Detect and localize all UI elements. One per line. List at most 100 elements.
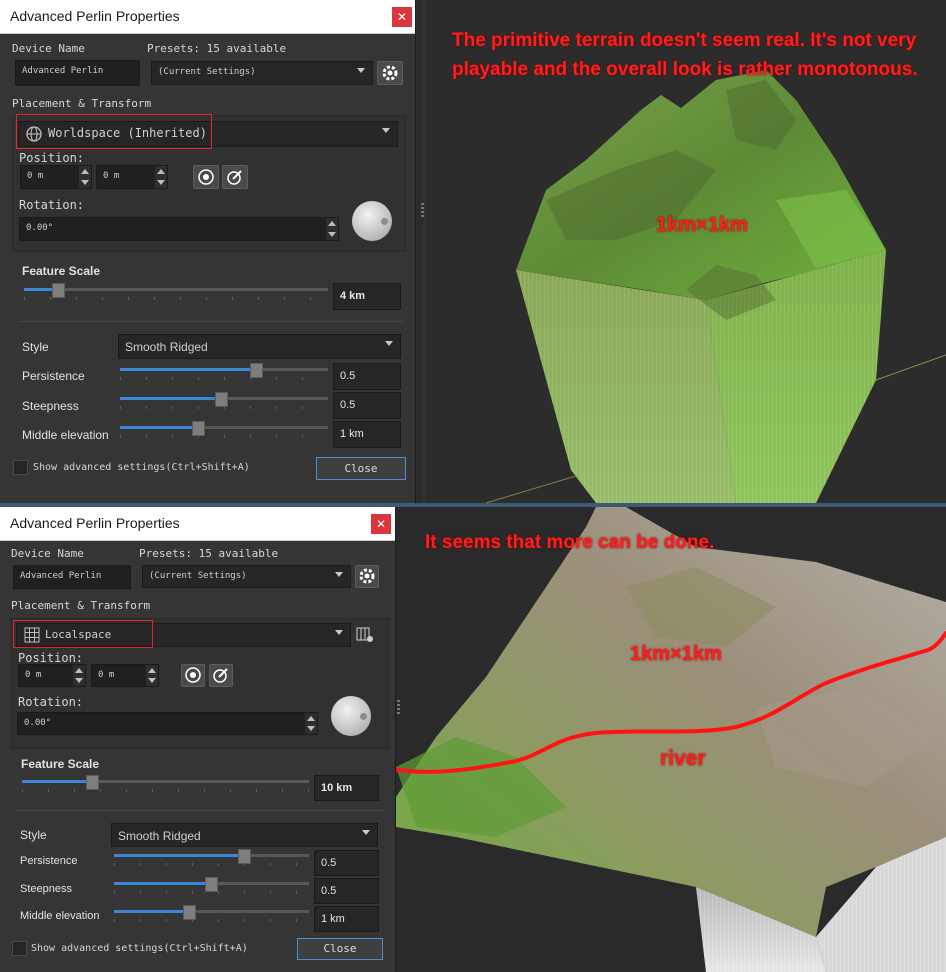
pick-button[interactable] [222, 165, 248, 189]
dialog-title: Advanced Perlin Properties [10, 8, 180, 24]
slider-fill [114, 882, 210, 885]
advanced-settings-label: Show advanced settings(Ctrl+Shift+A) [31, 943, 248, 954]
pick-icon [227, 170, 242, 185]
feature-scale-slider[interactable] [24, 283, 328, 298]
close-button[interactable]: Close [297, 938, 383, 960]
terrain-viewport-bottom[interactable]: It seems that more can be done. 1km×1km … [396, 507, 946, 972]
feature-scale-value: 4 km [340, 290, 366, 302]
steepness-value: 0.5 [321, 885, 337, 897]
middle-elevation-value-box[interactable]: 1 km [333, 421, 401, 448]
grid-settings-button[interactable] [354, 623, 376, 646]
placement-label: Placement & Transform [12, 97, 152, 110]
position-y-field[interactable]: 0 m [96, 165, 168, 189]
position-y-spinner[interactable] [155, 166, 167, 188]
persistence-value: 0.5 [321, 857, 337, 869]
gear-button[interactable] [377, 61, 403, 85]
rotation-spinner[interactable] [326, 218, 338, 240]
pick-icon [213, 668, 228, 683]
persistence-slider[interactable] [114, 849, 309, 864]
close-icon[interactable]: ✕ [392, 7, 412, 27]
position-x-field[interactable]: 0 m [20, 165, 92, 189]
placement-label: Placement & Transform [11, 599, 151, 612]
splitter-grip[interactable] [421, 203, 424, 217]
slider-thumb[interactable] [250, 363, 263, 378]
style-dropdown[interactable]: Smooth Ridged [118, 334, 401, 359]
slider-thumb[interactable] [86, 775, 99, 790]
terrain-render-bottom [396, 507, 946, 972]
slider-thumb[interactable] [192, 421, 205, 436]
feature-scale-value-box[interactable]: 4 km [333, 283, 401, 310]
device-name-label: Device Name [12, 42, 85, 55]
position-y-spinner[interactable] [146, 665, 158, 686]
dialog-title: Advanced Perlin Properties [10, 515, 180, 531]
size-label: 1km×1km [656, 214, 748, 236]
terrain-viewport-top[interactable]: The primitive terrain doesn't seem real.… [416, 0, 946, 503]
rotation-field[interactable]: 0.00° [19, 217, 339, 241]
annotation-text: The primitive terrain doesn't seem real.… [452, 30, 918, 80]
gear-button[interactable] [355, 565, 379, 588]
annotation-text: It seems that more can be done. [425, 532, 715, 553]
steepness-slider[interactable] [114, 877, 309, 892]
presets-label: Presets: 15 available [147, 42, 287, 55]
position-x-field[interactable]: 0 m [18, 664, 86, 687]
steepness-value: 0.5 [340, 399, 356, 411]
steepness-label: Steepness [22, 399, 79, 413]
chevron-down-icon [335, 572, 343, 577]
advanced-settings-checkbox[interactable] [13, 460, 28, 475]
size-label: 1km×1km [630, 643, 722, 665]
steepness-value-box[interactable]: 0.5 [314, 878, 379, 904]
slider-thumb[interactable] [205, 877, 218, 892]
position-y-value: 0 m [98, 670, 115, 680]
position-label: Position: [18, 651, 84, 665]
slider-thumb[interactable] [52, 283, 65, 298]
chevron-down-icon [382, 128, 390, 133]
device-name-field[interactable]: Advanced Perlin [15, 60, 140, 86]
persistence-value: 0.5 [340, 370, 356, 382]
pick-button[interactable] [209, 664, 233, 687]
position-x-spinner[interactable] [79, 166, 91, 188]
rotation-value: 0.00° [26, 223, 54, 233]
slider-ticks [24, 297, 328, 300]
target-button[interactable] [181, 664, 205, 687]
advanced-settings-checkbox[interactable] [12, 941, 27, 956]
middle-elevation-slider[interactable] [114, 905, 309, 920]
rotation-knob[interactable] [352, 201, 392, 241]
style-dropdown[interactable]: Smooth Ridged [111, 823, 378, 847]
slider-ticks [114, 919, 309, 922]
slider-thumb[interactable] [215, 392, 228, 407]
position-x-spinner[interactable] [73, 665, 85, 686]
dialog-titlebar[interactable]: Advanced Perlin Properties ✕ [0, 0, 415, 34]
slider-fill [114, 910, 188, 913]
slider-thumb[interactable] [183, 905, 196, 920]
feature-scale-label: Feature Scale [21, 757, 100, 771]
steepness-value-box[interactable]: 0.5 [333, 392, 401, 419]
persistence-slider[interactable] [120, 363, 328, 378]
close-button[interactable]: Close [316, 457, 406, 480]
persistence-value-box[interactable]: 0.5 [314, 850, 379, 876]
device-name-field[interactable]: Advanced Perlin [13, 565, 131, 589]
feature-scale-value-box[interactable]: 10 km [314, 775, 379, 801]
style-label: Style [22, 340, 49, 354]
slider-fill [22, 780, 91, 783]
divider [18, 321, 403, 322]
dialog-titlebar[interactable]: Advanced Perlin Properties ✕ [0, 507, 395, 541]
slider-thumb[interactable] [238, 849, 251, 864]
slider-ticks [120, 406, 328, 409]
target-button[interactable] [193, 165, 219, 189]
middle-elevation-slider[interactable] [120, 421, 328, 436]
knob-indicator [360, 713, 367, 720]
splitter-grip[interactable] [397, 700, 400, 714]
persistence-value-box[interactable]: 0.5 [333, 363, 401, 390]
rotation-spinner[interactable] [305, 713, 317, 734]
steepness-slider[interactable] [120, 392, 328, 407]
advanced-perlin-dialog: Advanced Perlin Properties ✕ Device Name… [0, 507, 396, 972]
rotation-knob[interactable] [331, 696, 371, 736]
presets-dropdown[interactable]: (Current Settings) [151, 61, 373, 85]
presets-dropdown[interactable]: (Current Settings) [142, 565, 351, 588]
position-y-field[interactable]: 0 m [91, 664, 159, 687]
close-icon[interactable]: ✕ [371, 514, 391, 534]
position-y-value: 0 m [103, 171, 120, 181]
middle-elevation-value-box[interactable]: 1 km [314, 906, 379, 932]
rotation-field[interactable]: 0.00° [17, 712, 318, 735]
feature-scale-slider[interactable] [22, 775, 309, 790]
